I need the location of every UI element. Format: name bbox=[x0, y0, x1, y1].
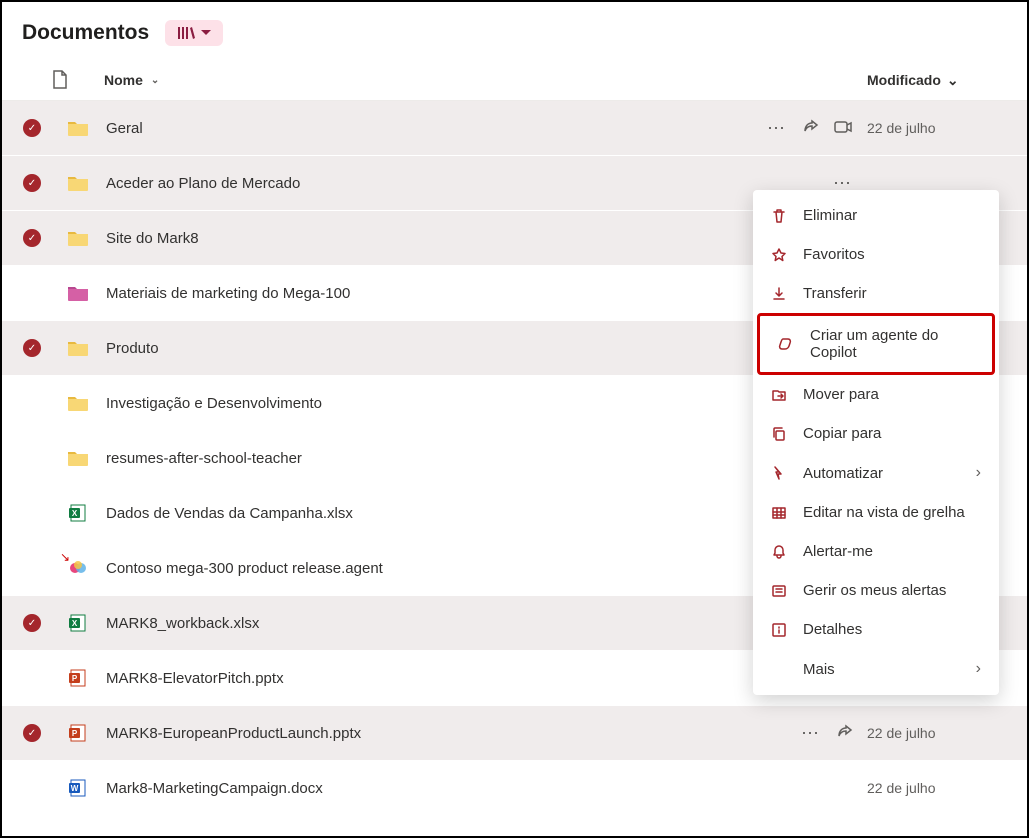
menu-item-more[interactable]: Mais bbox=[753, 649, 999, 689]
menu-item-copy[interactable]: Copiar para bbox=[753, 414, 999, 453]
menu-item-label: Eliminar bbox=[803, 207, 981, 224]
menu-item-label: Transferir bbox=[803, 285, 981, 302]
menu-item-label: Detalhes bbox=[803, 621, 981, 638]
column-modified[interactable]: Modificado ⌄ bbox=[867, 72, 1007, 89]
menu-item-grid[interactable]: Editar na vista de grelha bbox=[753, 493, 999, 532]
item-name[interactable]: Mark8-MarketingCampaign.docx bbox=[106, 780, 839, 797]
context-menu: Eliminar Favoritos Transferir Criar um agen… bbox=[753, 190, 999, 695]
table-row[interactable]: W Mark8-MarketingCampaign.docx 22 de julho bbox=[2, 761, 1027, 816]
menu-item-label: Favoritos bbox=[803, 246, 981, 263]
file-type-column-icon[interactable] bbox=[52, 70, 80, 90]
svg-text:W: W bbox=[71, 784, 79, 793]
menu-item-label: Alertar-me bbox=[803, 543, 981, 560]
menu-item-label: Editar na vista de grelha bbox=[803, 504, 981, 521]
excel-icon: X bbox=[64, 503, 92, 523]
copy-icon bbox=[771, 426, 789, 442]
item-name[interactable]: Geral bbox=[106, 120, 753, 137]
selection-check[interactable]: ✓ bbox=[22, 339, 42, 357]
menu-item-copilot[interactable]: Criar um agente do Copilot bbox=[757, 313, 995, 375]
menu-item-details[interactable]: Detalhes bbox=[753, 610, 999, 649]
alerts-icon bbox=[771, 583, 789, 599]
row-actions: ⋯ bbox=[801, 723, 853, 744]
menu-item-alerts[interactable]: Gerir os meus alertas bbox=[753, 571, 999, 610]
chevron-down-icon: ⌄ bbox=[151, 75, 159, 86]
bell-icon bbox=[771, 544, 789, 560]
menu-item-label: Criar um agente do Copilot bbox=[810, 327, 974, 361]
chevron-down-icon bbox=[201, 30, 211, 36]
powerpoint-icon: P bbox=[64, 723, 92, 743]
menu-item-label: Mais bbox=[803, 661, 962, 678]
library-icon bbox=[177, 25, 195, 41]
svg-text:X: X bbox=[72, 509, 78, 518]
details-icon bbox=[771, 622, 789, 638]
selection-check[interactable]: ✓ bbox=[22, 614, 42, 632]
more-actions-button[interactable]: ⋯ bbox=[767, 118, 787, 139]
modified-date: 22 de julho bbox=[867, 725, 1007, 741]
grid-icon bbox=[771, 505, 789, 521]
selection-check[interactable]: ✓ bbox=[22, 119, 42, 137]
folder-icon bbox=[64, 394, 92, 412]
item-name[interactable]: Dados de Vendas da Campanha.xlsx bbox=[106, 505, 839, 522]
folder-icon bbox=[64, 119, 92, 137]
agent-icon: ↘ bbox=[64, 558, 92, 578]
item-name[interactable]: Produto bbox=[106, 340, 819, 357]
svg-text:P: P bbox=[72, 729, 78, 738]
chevron-down-icon: ⌄ bbox=[947, 72, 959, 89]
trash-icon bbox=[771, 208, 789, 224]
selection-check[interactable]: ✓ bbox=[22, 174, 42, 192]
folder-icon bbox=[64, 174, 92, 192]
item-name[interactable]: Materiais de marketing do Mega-100 bbox=[106, 285, 839, 302]
copilot-icon bbox=[778, 336, 796, 352]
page-title: Documentos bbox=[22, 21, 149, 45]
item-name[interactable]: Aceder ao Plano de Mercado bbox=[106, 175, 819, 192]
menu-item-star[interactable]: Favoritos bbox=[753, 235, 999, 274]
menu-item-download[interactable]: Transferir bbox=[753, 274, 999, 313]
download-icon bbox=[771, 286, 789, 302]
menu-item-move[interactable]: Mover para bbox=[753, 375, 999, 414]
automate-icon bbox=[771, 465, 789, 481]
modified-date: 22 de julho bbox=[867, 120, 1007, 136]
menu-item-automate[interactable]: Automatizar bbox=[753, 453, 999, 493]
folder-icon bbox=[64, 449, 92, 467]
excel-icon: X bbox=[64, 613, 92, 633]
item-name[interactable]: resumes-after-school-teacher bbox=[106, 450, 839, 467]
share-icon[interactable] bbox=[835, 723, 853, 744]
menu-item-bell[interactable]: Alertar-me bbox=[753, 532, 999, 571]
selection-check[interactable]: ✓ bbox=[22, 724, 42, 742]
more-actions-button[interactable]: ⋯ bbox=[801, 723, 821, 744]
pin-icon[interactable] bbox=[833, 119, 853, 138]
menu-item-label: Copiar para bbox=[803, 425, 981, 442]
column-name[interactable]: Nome ⌄ bbox=[104, 72, 853, 88]
share-icon[interactable] bbox=[801, 118, 819, 139]
item-name[interactable]: Contoso mega-300 product release.agent bbox=[106, 560, 839, 577]
svg-text:X: X bbox=[72, 619, 78, 628]
menu-item-label: Automatizar bbox=[803, 465, 962, 482]
row-actions: ⋯ bbox=[767, 118, 853, 139]
columns-header: Nome ⌄ Modificado ⌄ bbox=[2, 60, 1027, 101]
move-icon bbox=[771, 387, 789, 403]
menu-item-label: Mover para bbox=[803, 386, 981, 403]
selection-check[interactable]: ✓ bbox=[22, 229, 42, 247]
menu-item-label: Gerir os meus alertas bbox=[803, 582, 981, 599]
table-row[interactable]: ✓ Geral ⋯ 22 de julho bbox=[2, 101, 1027, 156]
view-selector[interactable] bbox=[165, 20, 223, 46]
star-icon bbox=[771, 247, 789, 263]
menu-item-trash[interactable]: Eliminar bbox=[753, 196, 999, 235]
item-name[interactable]: MARK8-ElevatorPitch.pptx bbox=[106, 670, 839, 687]
folder-icon bbox=[64, 229, 92, 247]
powerpoint-icon: P bbox=[64, 668, 92, 688]
item-name[interactable]: Site do Mark8 bbox=[106, 230, 819, 247]
folder-icon bbox=[64, 339, 92, 357]
folder-icon bbox=[64, 284, 92, 302]
item-name[interactable]: MARK8_workback.xlsx bbox=[106, 615, 839, 632]
item-name[interactable]: Investigação e Desenvolvimento bbox=[106, 395, 839, 412]
item-name[interactable]: MARK8-EuropeanProductLaunch.pptx bbox=[106, 725, 787, 742]
word-icon: W bbox=[64, 778, 92, 798]
modified-date: 22 de julho bbox=[867, 780, 1007, 796]
table-row[interactable]: ✓ P MARK8-EuropeanProductLaunch.pptx ⋯ 22 de… bbox=[2, 706, 1027, 761]
svg-text:P: P bbox=[72, 674, 78, 683]
page-header: Documentos bbox=[2, 2, 1027, 60]
